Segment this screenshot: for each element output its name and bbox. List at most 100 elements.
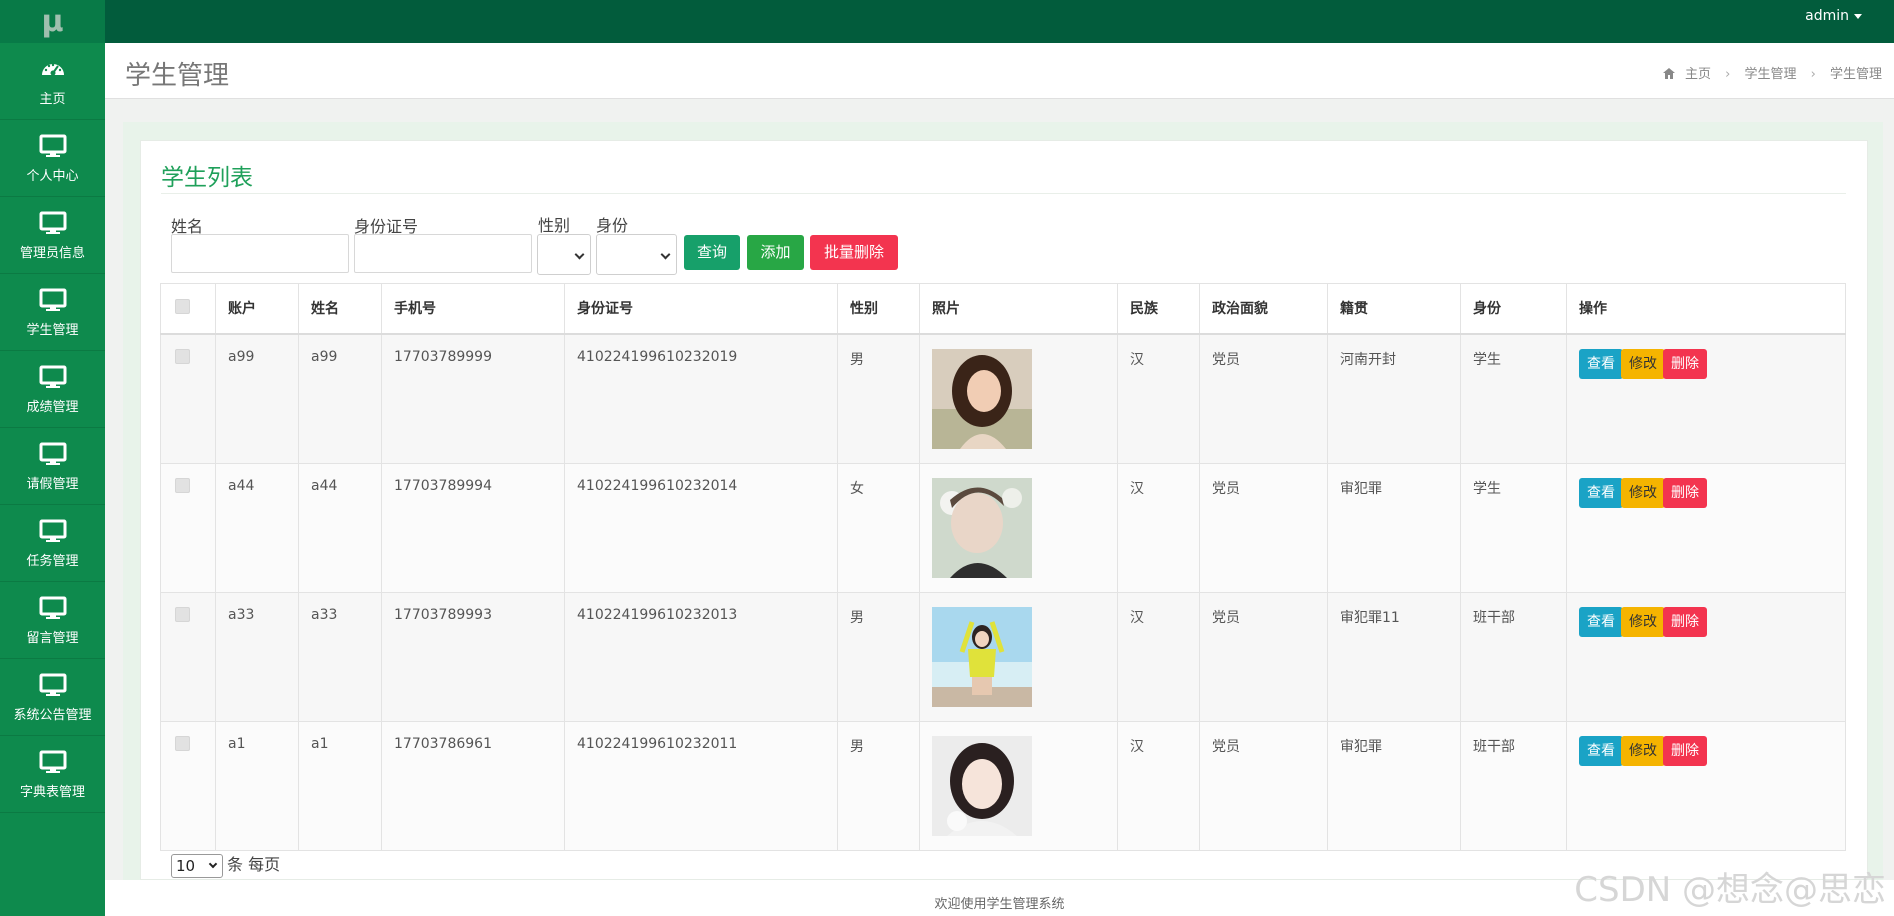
- edit-button[interactable]: 修改: [1621, 606, 1665, 637]
- sidebar-item-admin-info[interactable]: 管理员信息: [0, 197, 105, 274]
- actions-cell: 查看 修改 删除: [1566, 720, 1846, 851]
- column-header[interactable]: 籍贯: [1327, 283, 1461, 335]
- column-header[interactable]: 民族: [1117, 283, 1200, 335]
- student-photo[interactable]: [932, 606, 1032, 707]
- sidebar-item-label: 管理员信息: [19, 246, 85, 261]
- political-cell: 党员: [1199, 462, 1328, 593]
- edit-button[interactable]: 修改: [1621, 735, 1665, 766]
- monitor-icon: [39, 519, 66, 542]
- sidebar-item-leave-management[interactable]: 请假管理: [0, 428, 105, 505]
- page-size-suffix: 条 每页: [227, 855, 281, 874]
- id-card-cell: 410224199610232014: [564, 462, 838, 593]
- phone-cell: 17703789999: [381, 333, 565, 464]
- select-all-checkbox[interactable]: [175, 298, 190, 314]
- gender-cell: 女: [837, 462, 920, 593]
- actions-cell: 查看 修改 删除: [1566, 462, 1846, 593]
- sidebar-item-label: 系统公告管理: [13, 708, 92, 723]
- view-button[interactable]: 查看: [1579, 477, 1623, 508]
- political-cell: 党员: [1199, 333, 1328, 464]
- delete-button[interactable]: 删除: [1663, 735, 1707, 766]
- sidebar-item-label: 字典表管理: [19, 785, 85, 800]
- hometown-cell: 审犯罪: [1327, 720, 1461, 851]
- view-button[interactable]: 查看: [1579, 606, 1623, 637]
- sidebar-item-personal-center[interactable]: 个人中心: [0, 120, 105, 197]
- app-logo[interactable]: μ: [0, 0, 105, 43]
- footer-text: 欢迎使用学生管理系统: [934, 897, 1065, 912]
- gender-cell: 男: [837, 720, 920, 851]
- delete-button[interactable]: 删除: [1663, 348, 1707, 379]
- row-checkbox[interactable]: [175, 735, 190, 751]
- student-photo[interactable]: [932, 735, 1032, 836]
- column-header[interactable]: 照片: [919, 283, 1118, 335]
- row-checkbox[interactable]: [175, 606, 190, 622]
- political-cell: 党员: [1199, 720, 1328, 851]
- photo-cell: [919, 462, 1118, 593]
- batch-delete-button[interactable]: 批量删除: [810, 235, 898, 270]
- watermark: CSDN @想念@思恋: [1574, 870, 1886, 910]
- gender-cell: 男: [837, 333, 920, 464]
- phone-cell: 17703789994: [381, 462, 565, 593]
- sidebar-item-dictionary-management[interactable]: 字典表管理: [0, 736, 105, 813]
- column-header[interactable]: 账户: [215, 283, 299, 335]
- row-checkbox[interactable]: [175, 348, 190, 364]
- student-photo[interactable]: [932, 477, 1032, 578]
- chevron-down-icon: [574, 249, 585, 260]
- chevron-down-icon: [208, 859, 218, 868]
- account-cell: a1: [215, 720, 299, 851]
- user-name: admin: [1805, 8, 1849, 24]
- delete-button[interactable]: 删除: [1663, 606, 1707, 637]
- account-cell: a44: [215, 462, 299, 593]
- account-cell: a99: [215, 333, 299, 464]
- breadcrumb-item[interactable]: 学生管理: [1744, 67, 1796, 82]
- page-size-select[interactable]: 10: [171, 853, 223, 878]
- column-header[interactable]: 手机号: [381, 283, 565, 335]
- chevron-right-icon: ›: [1810, 67, 1816, 82]
- column-header[interactable]: 性别: [837, 283, 920, 335]
- photo-cell: [919, 591, 1118, 722]
- monitor-icon: [39, 365, 66, 388]
- student-photo[interactable]: [932, 348, 1032, 449]
- actions-cell: 查看 修改 删除: [1566, 591, 1846, 722]
- sidebar-item-label: 主页: [39, 92, 66, 107]
- student-table: 账户 姓名 手机号 身份证号 性别 照片 民族 政治面貌 籍贯 身份 操作 a9…: [160, 283, 1846, 851]
- sidebar-item-label: 成绩管理: [26, 400, 79, 415]
- delete-button[interactable]: 删除: [1663, 477, 1707, 508]
- id-filter-input[interactable]: [354, 234, 532, 273]
- hometown-cell: 审犯罪: [1327, 462, 1461, 593]
- id-card-cell: 410224199610232019: [564, 333, 838, 464]
- sidebar-item-task-management[interactable]: 任务管理: [0, 505, 105, 582]
- user-menu[interactable]: admin: [1805, 8, 1862, 24]
- column-header[interactable]: 政治面貌: [1199, 283, 1328, 335]
- ethnicity-cell: 汉: [1117, 462, 1200, 593]
- breadcrumb-home[interactable]: 主页: [1685, 67, 1711, 82]
- edit-button[interactable]: 修改: [1621, 348, 1665, 379]
- sidebar-item-student-management[interactable]: 学生管理: [0, 274, 105, 351]
- sidebar-item-announcement-management[interactable]: 系统公告管理: [0, 659, 105, 736]
- sidebar-item-message-management[interactable]: 留言管理: [0, 582, 105, 659]
- column-header[interactable]: 身份证号: [564, 283, 838, 335]
- page-header: 学生管理 主页 › 学生管理 › 学生管理: [105, 43, 1894, 99]
- monitor-icon: [39, 211, 66, 234]
- column-header[interactable]: 身份: [1460, 283, 1567, 335]
- view-button[interactable]: 查看: [1579, 348, 1623, 379]
- sidebar-item-grade-management[interactable]: 成绩管理: [0, 351, 105, 428]
- name-cell: a1: [298, 720, 382, 851]
- monitor-icon: [39, 134, 66, 157]
- name-filter-input[interactable]: [171, 234, 349, 273]
- photo-cell: [919, 333, 1118, 464]
- list-title: 学生列表: [161, 165, 253, 191]
- table-row: a44 a44 17703789994 410224199610232014 女…: [160, 462, 1846, 593]
- column-header[interactable]: 姓名: [298, 283, 382, 335]
- identity-filter-select[interactable]: [596, 234, 677, 275]
- row-checkbox[interactable]: [175, 477, 190, 493]
- identity-cell: 班干部: [1460, 591, 1567, 722]
- gender-filter-select[interactable]: [537, 234, 591, 275]
- query-button[interactable]: 查询: [684, 235, 740, 270]
- view-button[interactable]: 查看: [1579, 735, 1623, 766]
- add-button[interactable]: 添加: [747, 235, 804, 270]
- sidebar-item-label: 学生管理: [26, 323, 79, 338]
- breadcrumb: 主页 › 学生管理 › 学生管理: [1662, 63, 1882, 82]
- sidebar-item-home[interactable]: 主页: [0, 43, 105, 120]
- monitor-icon: [39, 442, 66, 465]
- edit-button[interactable]: 修改: [1621, 477, 1665, 508]
